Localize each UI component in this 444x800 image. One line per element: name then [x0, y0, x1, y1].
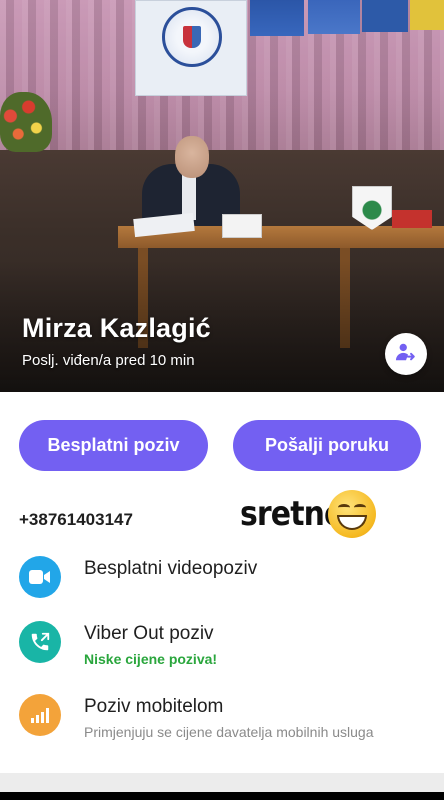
flag [410, 0, 444, 30]
option-title: Viber Out poziv [84, 623, 214, 644]
option-title: Poziv mobitelom [84, 696, 224, 717]
red-object [392, 210, 432, 228]
federation-banner [135, 0, 247, 96]
flag [362, 0, 408, 32]
send-message-button[interactable]: Pošalji poruku [233, 420, 421, 471]
last-seen-status: Poslj. viđen/a pred 10 min [22, 352, 195, 369]
share-contact-button[interactable] [385, 333, 427, 375]
flag [308, 0, 360, 34]
nameplate [222, 214, 262, 238]
signal-bars-icon [19, 694, 61, 736]
navigation-bar [0, 792, 444, 800]
flag [250, 0, 304, 36]
option-subtitle: Primjenjuju se cijene davatelja mobilnih… [84, 724, 374, 740]
person-share-icon [395, 341, 417, 368]
phone-number[interactable]: +38761403147 [19, 510, 133, 530]
contact-actions-panel: Besplatni poziv Pošalji poruku +38761403… [0, 392, 444, 773]
grinning-face-icon [328, 490, 376, 538]
free-video-call-option[interactable]: Besplatni videopoziv [0, 556, 444, 616]
free-call-button[interactable]: Besplatni poziv [19, 420, 208, 471]
contact-photo: Mirza Kazlagić Poslj. viđen/a pred 10 mi… [0, 0, 444, 392]
contact-name: Mirza Kazlagić [22, 313, 211, 343]
video-camera-icon [19, 556, 61, 598]
mobile-call-option[interactable]: Poziv mobitelom Primjenjuju se cijene da… [0, 694, 444, 754]
person-head [175, 136, 209, 178]
phone-out-icon [19, 621, 61, 663]
federation-emblem [162, 7, 222, 67]
option-subtitle: Niske cijene poziva! [84, 651, 218, 667]
viber-out-call-option[interactable]: Viber Out poziv Niske cijene poziva! [0, 621, 444, 681]
flower-bouquet [0, 92, 52, 152]
option-title: Besplatni videopoziv [84, 558, 258, 579]
